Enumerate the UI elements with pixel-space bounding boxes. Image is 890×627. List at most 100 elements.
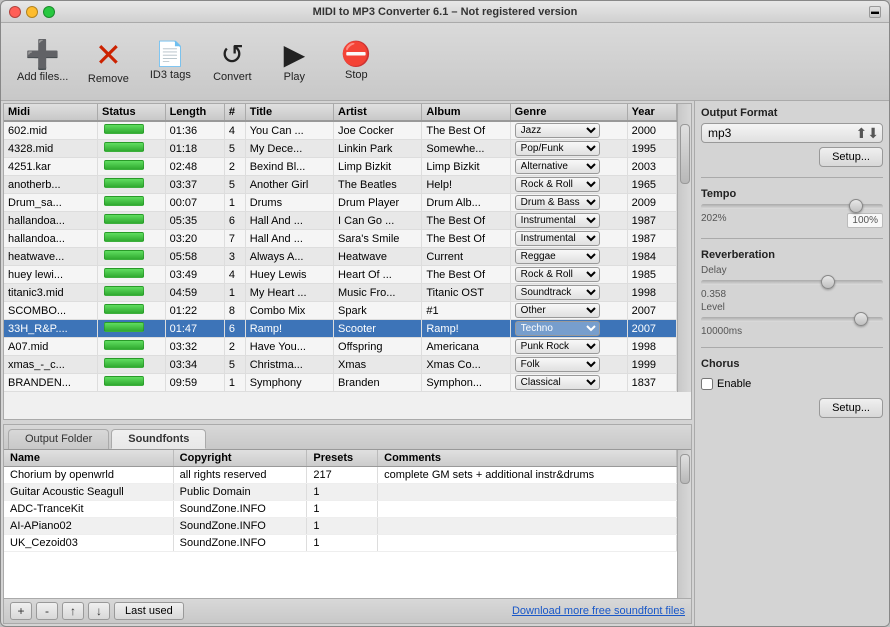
- cell-length: 05:58: [165, 248, 224, 266]
- status-bar-indicator: [104, 268, 144, 278]
- delay-slider-thumb[interactable]: [821, 275, 835, 289]
- table-row[interactable]: 33H_R&P....01:476Ramp!ScooterRamp!JazzPo…: [4, 320, 677, 338]
- table-row[interactable]: A07.mid03:322Have You...OffspringAmerica…: [4, 338, 677, 356]
- table-row[interactable]: SCOMBO...01:228Combo MixSpark#1JazzPop/F…: [4, 302, 677, 320]
- close-button[interactable]: [9, 6, 21, 18]
- tempo-slider-thumb[interactable]: [849, 199, 863, 213]
- genre-select[interactable]: JazzPop/FunkAlternativeRock & RollDrum &…: [515, 321, 600, 336]
- table-row[interactable]: xmas_-_c...03:345Christma...XmasXmas Co.…: [4, 356, 677, 374]
- soundfont-table: Name Copyright Presets Comments Chorium …: [4, 450, 677, 552]
- sf-col-copyright: Copyright: [173, 450, 307, 467]
- cell-artist: Scooter: [334, 320, 422, 338]
- table-row[interactable]: anotherb...03:375Another GirlThe Beatles…: [4, 176, 677, 194]
- chorus-enable-checkbox[interactable]: [701, 378, 713, 390]
- table-row[interactable]: heatwave...05:583Always A...HeatwaveCurr…: [4, 248, 677, 266]
- soundfont-row[interactable]: Chorium by openwrldall rights reserved21…: [4, 467, 677, 484]
- level-slider-thumb[interactable]: [854, 312, 868, 326]
- collapse-button[interactable]: ▬: [869, 6, 881, 18]
- remove-button[interactable]: ✕ Remove: [78, 28, 138, 96]
- output-format-select[interactable]: mp3 wav ogg: [701, 123, 883, 143]
- download-link[interactable]: Download more free soundfont files: [512, 605, 685, 617]
- table-row[interactable]: 602.mid01:364You Can ...Joe CockerThe Be…: [4, 121, 677, 140]
- table-row[interactable]: titanic3.mid04:591My Heart ...Music Fro.…: [4, 284, 677, 302]
- maximize-button[interactable]: [43, 6, 55, 18]
- sf-scrollbar-thumb[interactable]: [680, 454, 690, 484]
- genre-select[interactable]: JazzPop/FunkAlternativeRock & RollDrum &…: [515, 177, 600, 192]
- cell-num: 2: [224, 338, 245, 356]
- delay-label: Delay: [701, 265, 883, 276]
- table-row[interactable]: hallandoa...05:356Hall And ...I Can Go .…: [4, 212, 677, 230]
- cell-num: 5: [224, 176, 245, 194]
- cell-title: My Heart ...: [245, 284, 333, 302]
- file-table-scrollbar[interactable]: [677, 104, 691, 392]
- cell-midi: 4328.mid: [4, 140, 98, 158]
- minimize-button[interactable]: [26, 6, 38, 18]
- toolbar: ➕ Add files... ✕ Remove 📄 ID3 tags ↺ Con…: [1, 23, 889, 101]
- soundfont-scrollbar[interactable]: [677, 450, 691, 598]
- soundfont-remove-button[interactable]: -: [36, 602, 58, 620]
- cell-midi: 4251.kar: [4, 158, 98, 176]
- col-year: Year: [627, 104, 676, 121]
- cell-album: Xmas Co...: [422, 356, 510, 374]
- table-row[interactable]: 4328.mid01:185My Dece...Linkin ParkSomew…: [4, 140, 677, 158]
- cell-album: Drum Alb...: [422, 194, 510, 212]
- soundfont-row[interactable]: UK_Cezoid03SoundZone.INFO1: [4, 535, 677, 552]
- genre-select[interactable]: JazzPop/FunkAlternativeRock & RollDrum &…: [515, 303, 600, 318]
- output-format-setup-button[interactable]: Setup...: [819, 147, 883, 167]
- soundfont-row[interactable]: AI-APiano02SoundZone.INFO1: [4, 518, 677, 535]
- sf-comments: [378, 518, 677, 535]
- soundfont-down-button[interactable]: ↓: [88, 602, 110, 620]
- genre-select[interactable]: JazzPop/FunkAlternativeRock & RollDrum &…: [515, 195, 600, 210]
- tab-output-folder[interactable]: Output Folder: [8, 429, 109, 449]
- table-row[interactable]: 4251.kar02:482Bexind Bl...Limp BizkitLim…: [4, 158, 677, 176]
- tab-soundfonts[interactable]: Soundfonts: [111, 429, 206, 449]
- chorus-setup-button[interactable]: Setup...: [819, 398, 883, 418]
- cell-artist: Joe Cocker: [334, 121, 422, 140]
- soundfont-row[interactable]: ADC-TranceKitSoundZone.INFO1: [4, 501, 677, 518]
- add-files-button[interactable]: ➕ Add files...: [9, 28, 76, 96]
- col-midi: Midi: [4, 104, 98, 121]
- table-row[interactable]: huey lewi...03:494Huey LewisHeart Of ...…: [4, 266, 677, 284]
- last-used-button[interactable]: Last used: [114, 602, 184, 620]
- table-row[interactable]: hallandoa...03:207Hall And ...Sara's Smi…: [4, 230, 677, 248]
- chorus-enable-label[interactable]: Enable: [717, 378, 751, 390]
- cell-year: 1998: [627, 284, 676, 302]
- cell-artist: Heatwave: [334, 248, 422, 266]
- genre-select[interactable]: JazzPop/FunkAlternativeRock & RollDrum &…: [515, 357, 600, 372]
- id3-icon: 📄: [155, 43, 185, 67]
- genre-select[interactable]: JazzPop/FunkAlternativeRock & RollDrum &…: [515, 159, 600, 174]
- delay-value: 0.358: [701, 289, 726, 300]
- cell-album: Symphon...: [422, 374, 510, 392]
- cell-artist: Limp Bizkit: [334, 158, 422, 176]
- genre-select[interactable]: JazzPop/FunkAlternativeRock & RollDrum &…: [515, 249, 600, 264]
- id3-tags-button[interactable]: 📄 ID3 tags: [140, 28, 200, 96]
- cell-year: 1987: [627, 230, 676, 248]
- genre-select[interactable]: JazzPop/FunkAlternativeRock & RollDrum &…: [515, 339, 600, 354]
- convert-button[interactable]: ↺ Convert: [202, 28, 262, 96]
- genre-select[interactable]: JazzPop/FunkAlternativeRock & RollDrum &…: [515, 267, 600, 282]
- tempo-reset[interactable]: 100%: [847, 213, 883, 228]
- genre-select[interactable]: JazzPop/FunkAlternativeRock & RollDrum &…: [515, 375, 600, 390]
- main-content: Midi Status Length # Title Artist Album …: [1, 101, 889, 626]
- genre-select[interactable]: JazzPop/FunkAlternativeRock & RollDrum &…: [515, 213, 600, 228]
- genre-select[interactable]: JazzPop/FunkAlternativeRock & RollDrum &…: [515, 141, 600, 156]
- soundfont-row[interactable]: Guitar Acoustic SeagullPublic Domain1: [4, 484, 677, 501]
- stop-button[interactable]: ⛔ Stop: [326, 28, 386, 96]
- genre-select[interactable]: JazzPop/FunkAlternativeRock & RollDrum &…: [515, 231, 600, 246]
- genre-select[interactable]: JazzPop/FunkAlternativeRock & RollDrum &…: [515, 123, 600, 138]
- cell-artist: The Beatles: [334, 176, 422, 194]
- soundfont-add-button[interactable]: +: [10, 602, 32, 620]
- status-bar-indicator: [104, 322, 144, 332]
- table-row[interactable]: Drum_sa...00:071DrumsDrum PlayerDrum Alb…: [4, 194, 677, 212]
- table-row[interactable]: BRANDEN...09:591SymphonyBrandenSymphon..…: [4, 374, 677, 392]
- status-bar-indicator: [104, 160, 144, 170]
- scrollbar-thumb[interactable]: [680, 124, 690, 184]
- cell-artist: Xmas: [334, 356, 422, 374]
- file-table-container: Midi Status Length # Title Artist Album …: [3, 103, 692, 420]
- play-button[interactable]: ▶ Play: [264, 28, 324, 96]
- soundfont-up-button[interactable]: ↑: [62, 602, 84, 620]
- genre-select[interactable]: JazzPop/FunkAlternativeRock & RollDrum &…: [515, 285, 600, 300]
- sf-name: Chorium by openwrld: [4, 467, 173, 484]
- cell-length: 01:47: [165, 320, 224, 338]
- cell-midi: SCOMBO...: [4, 302, 98, 320]
